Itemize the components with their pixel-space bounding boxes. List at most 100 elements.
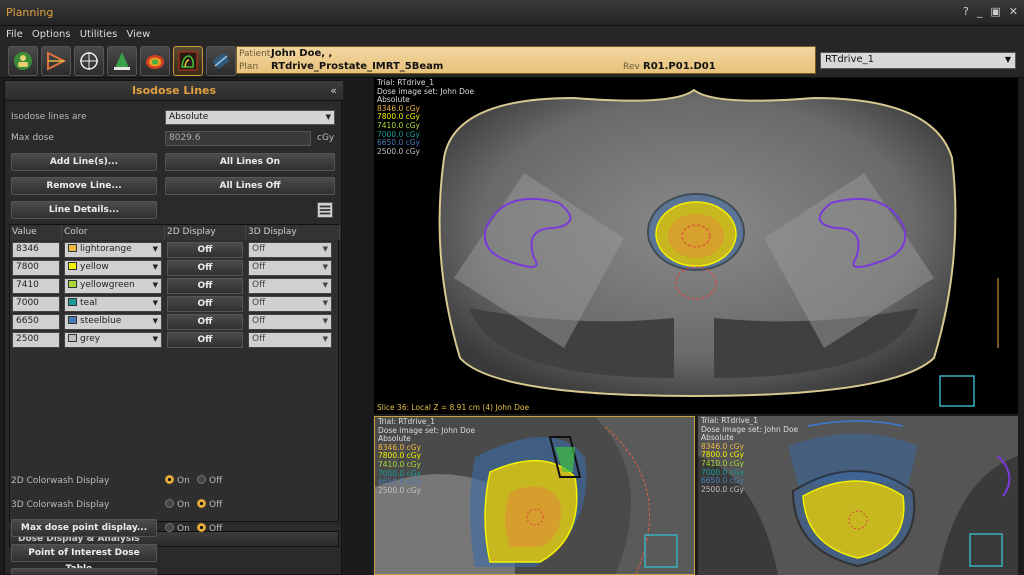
color-swatch-icon: [68, 244, 77, 252]
isodose-value-field[interactable]: 7410: [12, 278, 60, 294]
table-row: 7410 yellowgreen ▼ Off Off ▼: [10, 277, 340, 295]
display-3d-select[interactable]: Off ▼: [248, 332, 332, 348]
display-2d-toggle[interactable]: Off: [167, 332, 243, 348]
menu-utilities[interactable]: Utilities: [80, 29, 118, 40]
line-details-button[interactable]: Line Details...: [11, 201, 157, 219]
restore-button[interactable]: ▣: [990, 5, 1000, 18]
display-2d-toggle[interactable]: Off: [167, 278, 243, 294]
isodose-value-field[interactable]: 2500: [12, 332, 60, 348]
isodose-color-select[interactable]: yellowgreen ▼: [64, 278, 162, 294]
panel-title: Isodose Lines: [131, 84, 217, 97]
rev-value: R01.P01.D01: [643, 61, 716, 72]
chevron-down-icon: ▼: [322, 245, 328, 253]
chevron-down-icon: ▼: [152, 245, 158, 253]
max-dose-point-on-radio[interactable]: On: [165, 523, 190, 534]
patient-icon: [14, 52, 32, 70]
max-dose-point-off-radio[interactable]: Off: [197, 523, 222, 534]
pipeline-tool-button[interactable]: [206, 46, 236, 76]
colorwash-2d-off-radio[interactable]: Off: [197, 475, 222, 486]
title-bar: Planning ? _ ▣ ✕: [0, 0, 1024, 26]
more-button[interactable]: [11, 568, 157, 575]
menu-file[interactable]: File: [6, 29, 23, 40]
chevron-down-icon: ▼: [152, 335, 158, 343]
collapse-icon[interactable]: «: [330, 84, 337, 97]
panel-splitter[interactable]: [344, 80, 372, 575]
colorwash-3d-off-radio[interactable]: Off: [197, 499, 222, 510]
color-swatch-icon: [68, 298, 77, 306]
isodose-icon: [178, 51, 198, 71]
isodose-color-select[interactable]: grey ▼: [64, 332, 162, 348]
color-swatch-icon: [68, 262, 77, 270]
dose-legend-line: 2500.0 cGy: [701, 484, 745, 494]
display-2d-toggle[interactable]: Off: [167, 260, 243, 276]
display-2d-toggle[interactable]: Off: [167, 296, 243, 312]
help-button[interactable]: ?: [963, 5, 969, 18]
display-2d-toggle[interactable]: Off: [167, 242, 243, 258]
colorwash-2d-on-radio[interactable]: On: [165, 475, 190, 486]
remove-line-button[interactable]: Remove Line...: [11, 177, 157, 195]
patient-tool-button[interactable]: [8, 46, 38, 76]
isodose-color-select[interactable]: lightorange ▼: [64, 242, 162, 258]
beam-tool-button[interactable]: [41, 46, 71, 76]
structure-tool-button[interactable]: [107, 46, 137, 76]
chevron-down-icon: ▼: [325, 113, 331, 121]
chevron-down-icon: ▼: [152, 299, 158, 307]
lines-are-value: Absolute: [169, 112, 209, 122]
display-2d-toggle[interactable]: Off: [167, 314, 243, 330]
close-button[interactable]: ✕: [1009, 5, 1018, 18]
lines-are-select[interactable]: Absolute ▼: [165, 110, 335, 125]
poi-dose-table-button[interactable]: Point of Interest Dose Table...: [11, 544, 157, 574]
display-3d-select[interactable]: Off ▼: [248, 296, 332, 312]
isodose-color-select[interactable]: steelblue ▼: [64, 314, 162, 330]
menu-view[interactable]: View: [127, 29, 151, 40]
dose-legend-line: 2500.0 cGy: [377, 146, 421, 156]
menu-bar: File Options Utilities View: [0, 26, 1024, 44]
max-dose-label: Max dose: [11, 133, 54, 143]
max-dose-point-button[interactable]: Max dose point display...: [11, 519, 157, 537]
color-swatch-icon: [68, 280, 77, 288]
minimize-button[interactable]: _: [977, 5, 983, 18]
isodose-value-field[interactable]: 6650: [12, 314, 60, 330]
plan-name: RTdrive_Prostate_IMRT_5Beam: [271, 61, 444, 72]
colorwash-2d-label: 2D Colorwash Display: [11, 476, 110, 486]
poi-icon: [80, 52, 98, 70]
color-swatch-icon: [68, 316, 77, 324]
isodose-value-field[interactable]: 7000: [12, 296, 60, 312]
all-lines-off-button[interactable]: All Lines Off: [165, 177, 335, 195]
table-row: 2500 grey ▼ Off Off ▼: [10, 331, 340, 349]
table-options-icon[interactable]: [317, 202, 333, 218]
menu-options[interactable]: Options: [32, 29, 71, 40]
table-row: 7800 yellow ▼ Off Off ▼: [10, 259, 340, 277]
pipeline-icon: [213, 53, 229, 69]
isodose-value-field[interactable]: 7800: [12, 260, 60, 276]
dose-tool-button[interactable]: [140, 46, 170, 76]
transverse-viewport[interactable]: Trial: RTdrive_1 Dose image set: John Do…: [374, 78, 1018, 414]
table-row: 8346 lightorange ▼ Off Off ▼: [10, 241, 340, 259]
viewport-info: Trial: RTdrive_1 Dose image set: John Do…: [378, 417, 475, 495]
trial-select[interactable]: RTdrive_1 ▼: [820, 52, 1016, 69]
chevron-down-icon: ▼: [152, 281, 158, 289]
isodose-color-select[interactable]: teal ▼: [64, 296, 162, 312]
structure-icon: [114, 52, 130, 70]
isodose-color-select[interactable]: yellow ▼: [64, 260, 162, 276]
sagittal-viewport[interactable]: Trial: RTdrive_1 Dose image set: John Do…: [374, 416, 695, 575]
lines-are-label: Isodose lines are: [11, 112, 87, 122]
max-dose-unit: cGy: [317, 133, 335, 143]
add-lines-button[interactable]: Add Line(s)...: [11, 153, 157, 171]
display-3d-select[interactable]: Off ▼: [248, 242, 332, 258]
dose-icon: [146, 55, 164, 69]
chevron-down-icon: ▼: [322, 263, 328, 271]
coronal-viewport[interactable]: Trial: RTdrive_1 Dose image set: John Do…: [698, 416, 1018, 575]
patient-label: Patient: [239, 49, 271, 59]
isodose-value-field[interactable]: 8346: [12, 242, 60, 258]
isodose-tool-button[interactable]: [173, 46, 203, 76]
display-3d-select[interactable]: Off ▼: [248, 314, 332, 330]
window-title: Planning: [6, 6, 54, 19]
colorwash-3d-on-radio[interactable]: On: [165, 499, 190, 510]
display-3d-select[interactable]: Off ▼: [248, 278, 332, 294]
display-3d-select[interactable]: Off ▼: [248, 260, 332, 276]
column-header-2d: 2D Display: [165, 225, 246, 240]
poi-tool-button[interactable]: [74, 46, 104, 76]
all-lines-on-button[interactable]: All Lines On: [165, 153, 335, 171]
column-header-value: Value: [10, 225, 62, 240]
